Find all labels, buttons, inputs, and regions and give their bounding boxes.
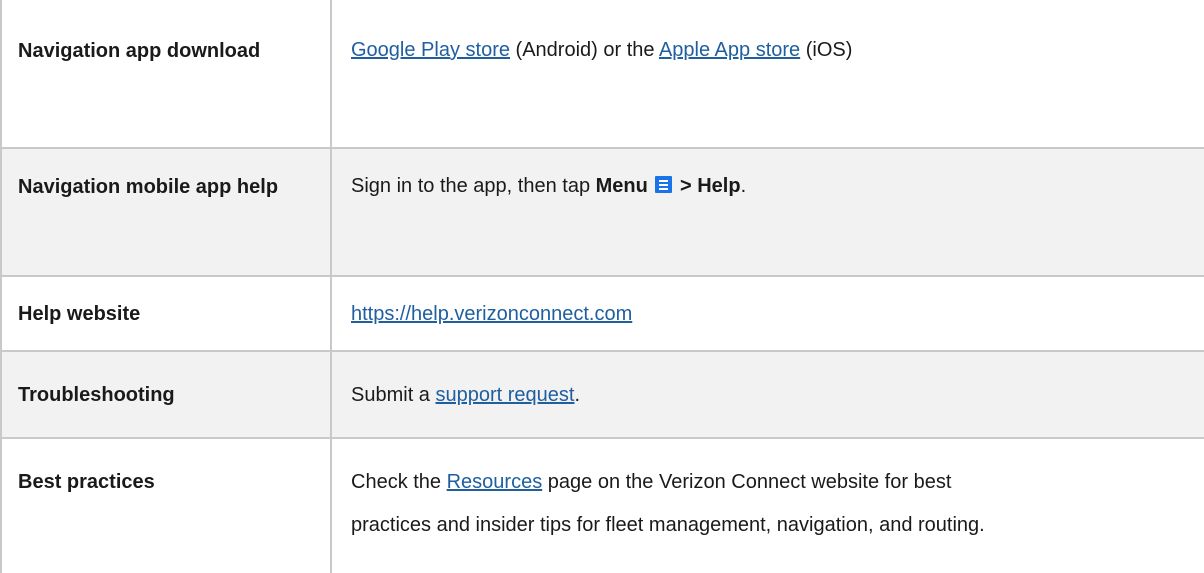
row-label: Help website bbox=[18, 303, 141, 325]
row-content: Check the Resources page on the Verizon … bbox=[351, 461, 1201, 547]
row-text: . bbox=[574, 384, 581, 406]
row-divider bbox=[0, 275, 1204, 277]
column-divider bbox=[0, 0, 2, 573]
row-divider bbox=[0, 147, 1204, 149]
row-label: Troubleshooting bbox=[18, 384, 175, 406]
help-website-link[interactable]: https://help.verizonconnect.com bbox=[351, 303, 632, 325]
help-label: > Help bbox=[679, 175, 741, 197]
row-content: Google Play store (Android) or the Apple… bbox=[351, 29, 1201, 71]
table-row: Navigation app download Google Play stor… bbox=[0, 0, 1204, 149]
menu-icon bbox=[655, 176, 673, 193]
row-label: Navigation app download bbox=[18, 40, 261, 62]
table-row: Best practices Check the Resources page … bbox=[0, 439, 1204, 573]
row-text: page on the Verizon Connect website for … bbox=[542, 471, 952, 493]
row-content: Sign in to the app, then tap Menu > Help… bbox=[351, 165, 1201, 207]
table-row: Help website https://help.verizonconnect… bbox=[0, 277, 1204, 352]
apple-app-store-link[interactable]: Apple App store bbox=[659, 39, 800, 61]
row-text: Sign in to the app, then tap bbox=[351, 175, 596, 197]
row-text: . bbox=[740, 175, 747, 197]
google-play-store-link[interactable]: Google Play store bbox=[351, 39, 510, 61]
row-text: (iOS) bbox=[800, 39, 853, 61]
row-content: Submit a support request. bbox=[351, 374, 1201, 416]
row-text: Check the bbox=[351, 471, 447, 493]
row-content: https://help.verizonconnect.com bbox=[351, 293, 1201, 335]
resources-link[interactable]: Resources bbox=[447, 471, 543, 493]
info-table: Navigation app download Google Play stor… bbox=[0, 0, 1204, 573]
row-label: Best practices bbox=[18, 471, 155, 493]
row-divider bbox=[0, 437, 1204, 439]
support-request-link[interactable]: support request bbox=[435, 384, 574, 406]
row-line: practices and insider tips for fleet man… bbox=[351, 514, 985, 536]
table-row: Troubleshooting Submit a support request… bbox=[0, 352, 1204, 439]
row-text: Submit a bbox=[351, 384, 436, 406]
table-row: Navigation mobile app help Sign in to th… bbox=[0, 149, 1204, 277]
row-text: (Android) or the bbox=[509, 39, 659, 61]
row-line: Check the Resources page on the Verizon … bbox=[351, 461, 1201, 504]
menu-label: Menu bbox=[595, 175, 648, 197]
row-divider bbox=[0, 350, 1204, 352]
row-label: Navigation mobile app help bbox=[18, 176, 279, 198]
column-divider bbox=[330, 0, 332, 573]
